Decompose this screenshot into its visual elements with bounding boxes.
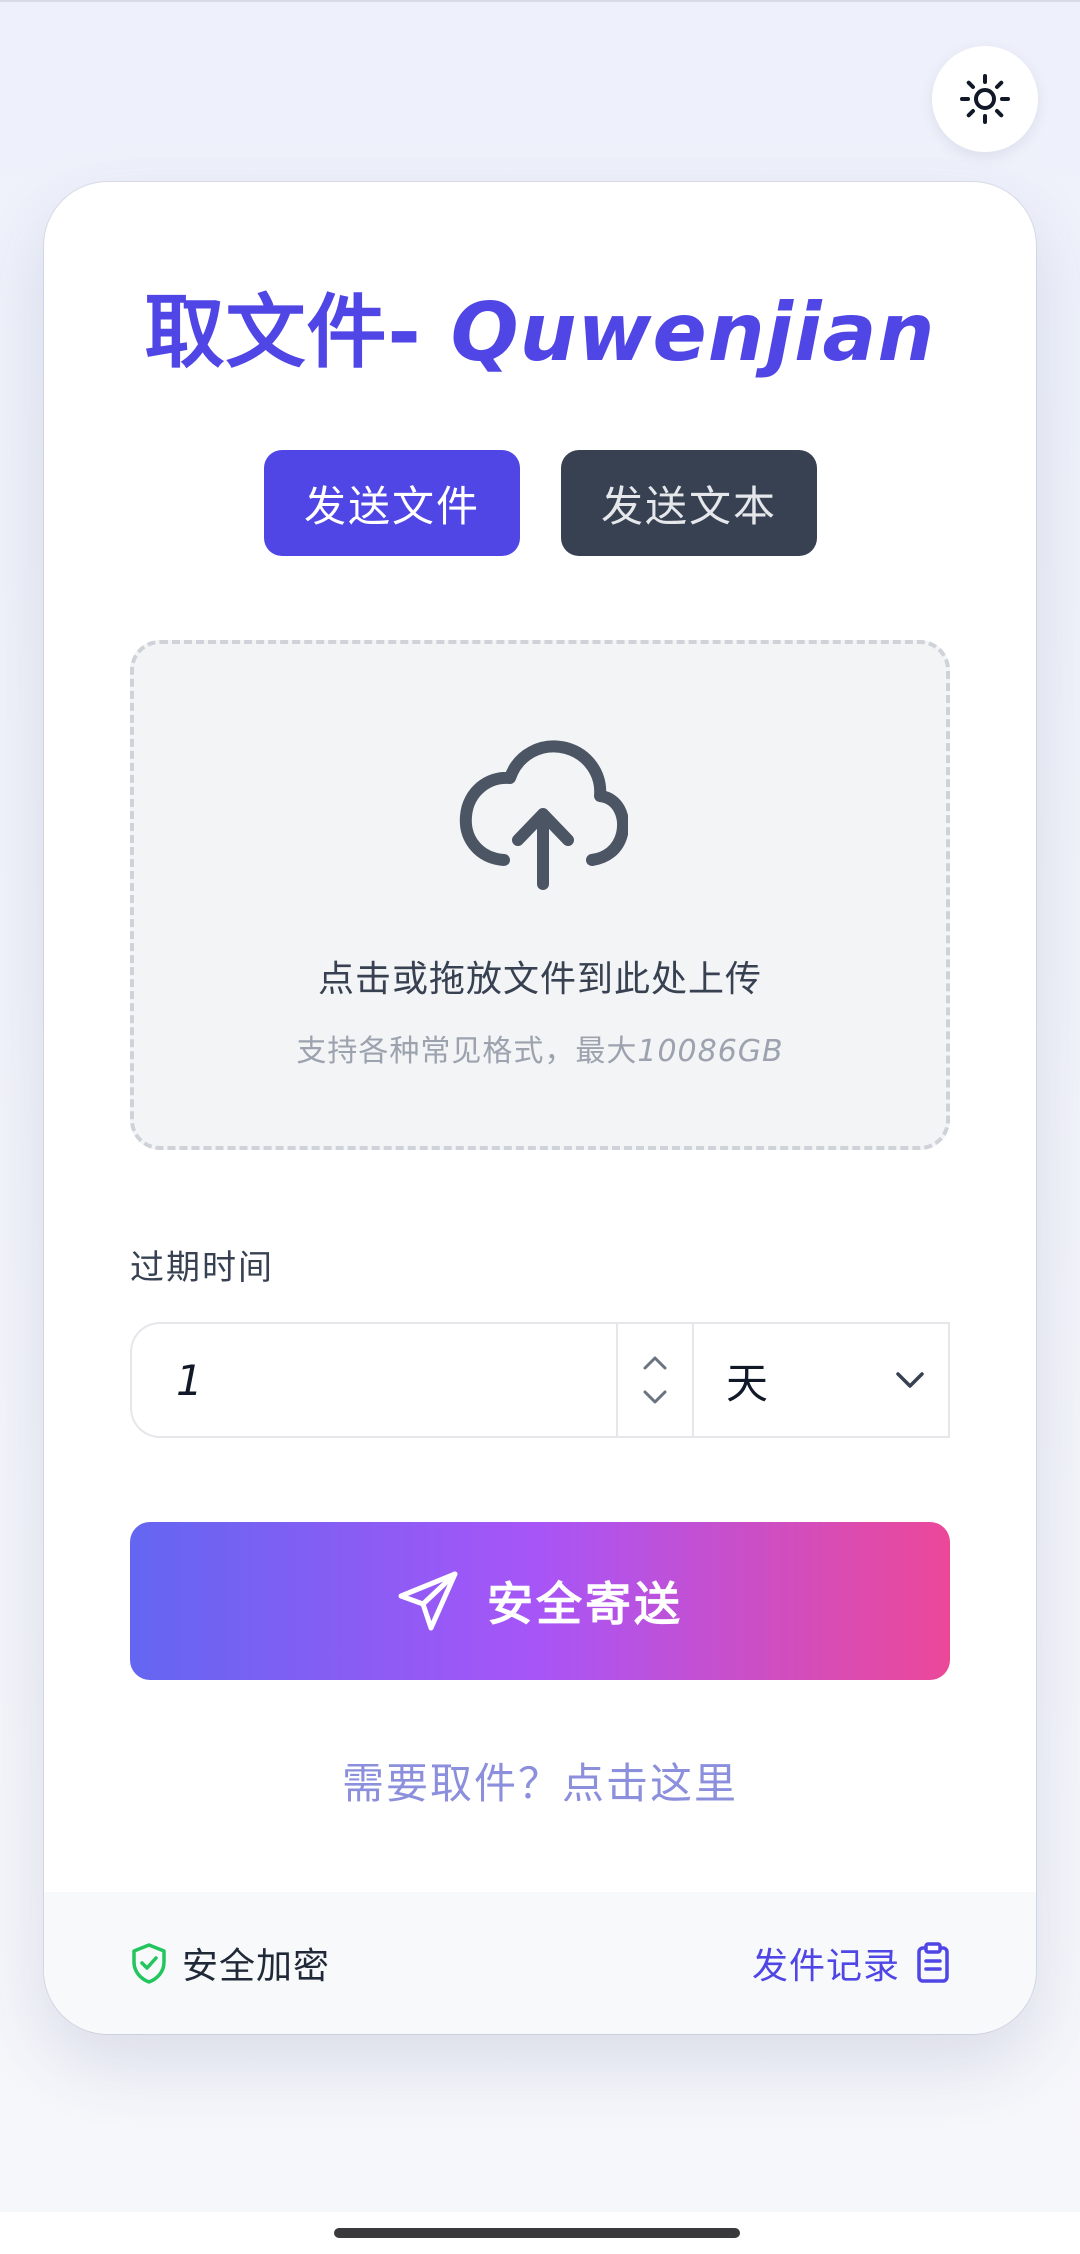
clipboard-icon [917,1942,949,1983]
expire-unit-value: 天 [726,1358,769,1408]
secure-text: 安全加密 [182,1946,331,1987]
title-latin: Quwenjian [450,286,936,379]
sun-icon [960,74,1010,124]
send-records-text: 发件记录 [751,1946,900,1987]
title-cn: 取文件- [144,286,451,379]
expire-number-input[interactable] [132,1324,616,1436]
tab-send-text[interactable]: 发送文本 [561,450,817,556]
chevron-up-icon[interactable] [642,1355,668,1371]
dropzone-max-size: 10086GB [637,1034,784,1069]
main-card: 取文件- Quwenjian 发送文件 发送文本 点击或拖放文件到此处上传 支持… [44,182,1036,2034]
chevron-down-icon[interactable] [642,1389,668,1405]
file-dropzone[interactable]: 点击或拖放文件到此处上传 支持各种常见格式，最大10086GB [130,640,950,1150]
status-divider [0,0,1080,2]
dropzone-sub-text: 支持各种常见格式，最大10086GB [134,1026,946,1070]
card-footer: 安全加密 发件记录 [44,1892,1036,2034]
expire-stepper[interactable] [616,1324,694,1436]
theme-toggle-button[interactable] [932,46,1038,152]
secure-badge: 安全加密 [130,1937,330,1989]
secure-send-label: 安全寄送 [487,1577,683,1631]
cloud-upload-icon [459,740,628,890]
shield-check-icon [132,1943,166,1984]
chevron-down-icon [896,1372,924,1388]
home-indicator[interactable] [334,2228,740,2238]
expire-controls: 天 [130,1322,950,1438]
pickup-link[interactable]: 需要取件？点击这里 [44,1750,1036,1811]
page-title: 取文件- Quwenjian [44,268,1036,384]
tab-send-file[interactable]: 发送文件 [264,450,520,556]
dropzone-format-text: 支持各种常见格式，最大 [296,1034,638,1069]
expire-label: 过期时间 [130,1248,274,1288]
send-records-link[interactable]: 发件记录 [752,1937,950,1989]
secure-send-button[interactable]: 安全寄送 [130,1522,950,1680]
expire-unit-select[interactable]: 天 [694,1324,950,1436]
paper-plane-icon [398,1571,458,1631]
dropzone-main-text: 点击或拖放文件到此处上传 [317,959,762,1000]
